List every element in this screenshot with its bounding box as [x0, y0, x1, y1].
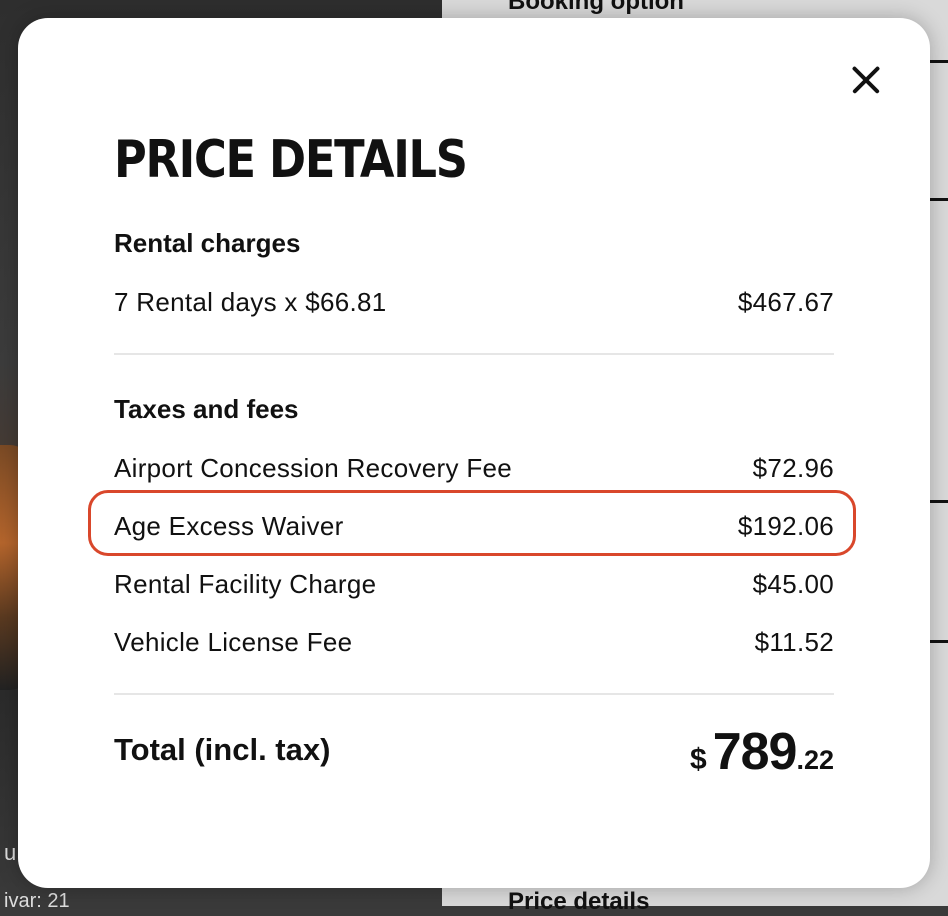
background-partial-text: u	[4, 840, 17, 865]
background-partial-text: ivar: 21	[4, 890, 70, 912]
modal-title: PRICE DETAILS	[114, 130, 468, 190]
price-row-label: 7 Rental days x $66.81	[114, 286, 387, 317]
section-heading-taxes-and-fees: Taxes and fees	[114, 394, 299, 424]
price-row-label: Vehicle License Fee	[114, 626, 353, 657]
background-heading-price-details: Price details	[508, 888, 650, 915]
price-row-amount: $467.67	[737, 286, 834, 317]
total-label: Total (incl. tax)	[114, 732, 331, 767]
price-row-amount: $11.52	[754, 626, 834, 657]
price-row-amount: $45.00	[752, 568, 834, 599]
price-row-label: Rental Facility Charge	[114, 568, 377, 599]
total-amount: $ 789 .22	[690, 722, 834, 782]
section-heading-rental-charges: Rental charges	[114, 228, 301, 258]
price-row-label: Age Excess Waiver	[114, 510, 344, 541]
total-currency: $	[690, 743, 707, 776]
price-details-modal: PRICE DETAILS Rental charges 7 Rental da…	[18, 18, 930, 888]
price-row-age-excess-waiver: Age Excess Waiver $192.06	[114, 506, 834, 546]
total-decimal: .22	[796, 745, 834, 775]
price-row-vehicle-license: Vehicle License Fee $11.52	[114, 622, 834, 662]
section-divider	[114, 693, 834, 695]
price-row-airport-concession: Airport Concession Recovery Fee $72.96	[114, 448, 834, 488]
total-whole: 789	[712, 723, 798, 781]
price-row-amount: $192.06	[737, 510, 834, 541]
section-divider	[114, 353, 834, 355]
close-icon[interactable]	[850, 64, 882, 96]
background-heading-booking-option: Booking option	[508, 0, 684, 15]
price-row-rental-facility: Rental Facility Charge $45.00	[114, 564, 834, 604]
price-row-label: Airport Concession Recovery Fee	[114, 452, 513, 483]
price-row-amount: $72.96	[752, 452, 834, 483]
price-row-rental-days: 7 Rental days x $66.81 $467.67	[114, 282, 834, 322]
